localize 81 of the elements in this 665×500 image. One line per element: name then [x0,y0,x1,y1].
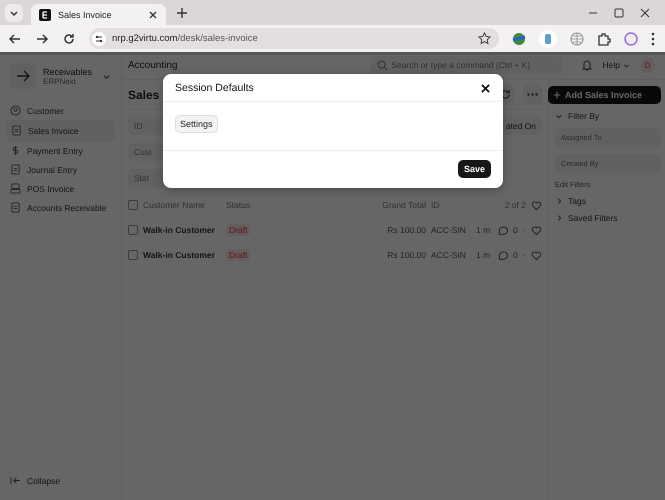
plus-icon [553,91,561,99]
maximize-icon[interactable] [613,6,625,18]
document-icon [10,202,21,213]
more-icon[interactable] [651,32,655,46]
site-logo-icon [39,8,51,20]
table-cell-text: ACC-SIN [431,250,467,260]
document-icon [11,125,22,136]
heart-icon[interactable] [531,200,542,210]
close-window-icon[interactable] [639,6,651,18]
puzzle-icon[interactable] [597,32,611,46]
status-badge: Draft [226,249,250,261]
customer-link[interactable]: Walk-in Customer [143,250,221,260]
comment-icon [497,250,508,260]
dialog-title: Session Defaults [175,82,254,94]
register-icon [10,183,21,194]
address-bar[interactable]: nrp.g2virtu.com/desk/sales-invoice [89,28,499,49]
settings-button[interactable]: Settings [175,115,218,133]
sidebar-item[interactable]: Customer [6,101,115,120]
heart-icon[interactable] [530,250,542,260]
separator-dot: · [522,225,526,235]
chevron-down-icon [623,62,630,68]
bookmark-star-icon[interactable] [478,32,491,45]
sidebar-item[interactable]: Journal Entry [6,160,115,179]
user-icon [10,105,21,116]
modified-time: 1 m [476,250,492,260]
table-cell-text: Rs 100.00 [386,225,426,235]
back-icon[interactable] [8,32,22,46]
refresh-icon [500,89,511,100]
extension-icon[interactable] [512,32,526,46]
close-icon[interactable] [148,10,158,20]
extension-icon[interactable] [539,30,557,48]
page-title: Sales [128,88,160,102]
filter-section[interactable]: Saved Filters [568,213,618,223]
more-icon [527,93,538,96]
breadcrumb[interactable]: Accounting [128,60,178,70]
heart-icon[interactable] [530,224,542,236]
comment-count: 0 [513,250,518,260]
sidebar-item[interactable]: Accounts Receivable [6,198,115,217]
collapse-icon [10,475,21,486]
customer-link[interactable]: Walk-in Customer [143,225,221,235]
chevron-right-icon [555,197,563,205]
comment-count: 0 [513,225,518,235]
collapse-button[interactable]: Collapse [6,471,115,490]
chevron-down-icon [555,112,563,120]
row-checkbox[interactable] [128,225,138,235]
reload-icon[interactable] [62,32,76,46]
bell-icon[interactable] [580,59,593,71]
modified-time: 1 m [476,225,492,235]
help-menu[interactable]: Help [602,60,630,70]
workspace-subtitle: ERPNext [43,76,77,86]
filter-section[interactable]: Tags [568,196,586,206]
chevron-right-icon [555,214,563,222]
comment-icon [497,224,508,236]
tab-search-button[interactable] [5,4,23,22]
close-icon[interactable] [481,84,490,92]
url-text: nrp.g2virtu.com/desk/sales-invoice [112,33,258,44]
row-checkbox[interactable] [128,250,138,260]
workspace-title[interactable]: Receivables [43,66,95,76]
filter-heading[interactable]: Filter By [568,111,600,121]
profile-icon[interactable] [624,32,638,46]
status-badge: Draft [226,224,250,236]
sidebar-item[interactable]: Sales Invoice [6,120,115,141]
browser-tab[interactable]: Sales Invoice [31,4,166,25]
document-icon [10,164,21,175]
search-icon [376,60,388,70]
dollar-icon [10,145,21,156]
sidebar-item[interactable]: POS Invoice [6,179,115,198]
globe-icon[interactable] [570,32,584,46]
sidebar-item[interactable]: Payment Entry [6,141,115,160]
forward-icon[interactable] [35,32,49,46]
table-cell-text: ACC-SIN [431,225,467,235]
more-button[interactable] [523,85,542,104]
user-avatar[interactable]: D [640,58,655,72]
separator-dot: · [522,250,526,260]
save-button[interactable]: Save [458,160,491,178]
tab-title: Sales Invoice [58,10,113,20]
table-cell-text: Rs 100.00 [386,250,426,260]
new-tab-icon[interactable] [176,6,188,18]
site-settings-icon [92,32,106,46]
select-all-checkbox[interactable] [128,200,138,210]
add-sales-invoice-button[interactable]: Add Sales Invoice [548,86,661,104]
